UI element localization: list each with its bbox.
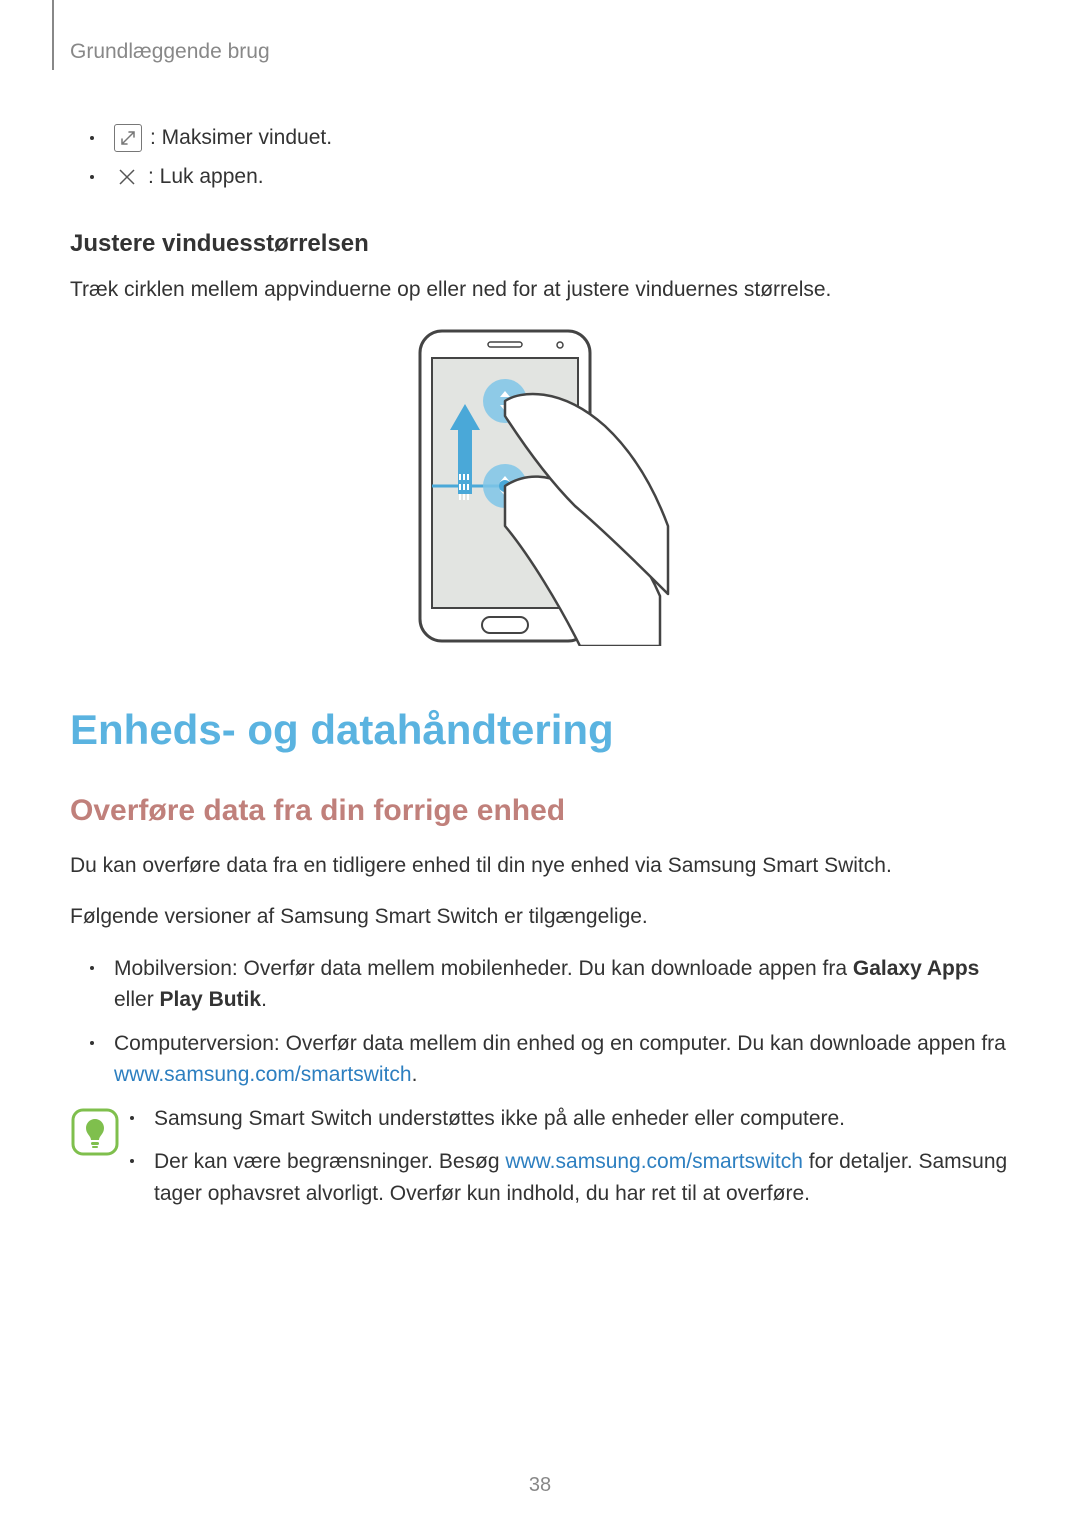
phone-illustration — [70, 326, 1010, 646]
bullet-icon — [90, 1041, 94, 1045]
icon-legend-close: : Luk appen. — [90, 164, 1010, 190]
page-content: Grundlæggende brug : Maksimer vinduet. :… — [0, 0, 1080, 1221]
page-number: 38 — [0, 1474, 1080, 1497]
bullet-icon — [130, 1159, 134, 1163]
list-item: Computerversion: Overfør data mellem din… — [90, 1028, 1010, 1091]
list-item: Samsung Smart Switch understøttes ikke p… — [130, 1103, 1010, 1135]
breadcrumb: Grundlæggende brug — [70, 40, 1010, 64]
subheading-text: Træk cirklen mellem appvinduerne op elle… — [70, 274, 1010, 306]
icon-legend-text: : Maksimer vinduet. — [150, 126, 332, 150]
close-icon — [114, 164, 140, 190]
bullet-icon — [90, 136, 94, 140]
bullet-icon — [90, 175, 94, 179]
list-item-text: Mobilversion: Overfør data mellem mobile… — [114, 953, 1010, 1016]
smartswitch-link[interactable]: www.samsung.com/smartswitch — [114, 1063, 412, 1086]
list-item-text: Computerversion: Overfør data mellem din… — [114, 1028, 1010, 1091]
note-block: Samsung Smart Switch understøttes ikke p… — [70, 1103, 1010, 1222]
note-text: Der kan være begrænsninger. Besøg www.sa… — [154, 1146, 1010, 1209]
subheading-resize: Justere vinduesstørrelsen — [70, 230, 1010, 258]
heading-transfer: Overføre data fra din forrige enhed — [70, 794, 1010, 828]
icon-legend-list: : Maksimer vinduet. : Luk appen. — [90, 124, 1010, 190]
icon-legend-maximize: : Maksimer vinduet. — [90, 124, 1010, 152]
note-icon — [70, 1103, 130, 1222]
maximize-icon — [114, 124, 142, 152]
note-text: Samsung Smart Switch understøttes ikke p… — [154, 1103, 845, 1135]
bullet-icon — [130, 1116, 134, 1120]
list-item: Mobilversion: Overfør data mellem mobile… — [90, 953, 1010, 1016]
smartswitch-link[interactable]: www.samsung.com/smartswitch — [505, 1150, 803, 1173]
note-content: Samsung Smart Switch understøttes ikke p… — [130, 1103, 1010, 1222]
heading-device-data: Enheds- og datahåndtering — [70, 706, 1010, 754]
bullet-icon — [90, 966, 94, 970]
page-left-rule — [52, 0, 54, 70]
versions-list: Mobilversion: Overfør data mellem mobile… — [90, 953, 1010, 1091]
list-item: Der kan være begrænsninger. Besøg www.sa… — [130, 1146, 1010, 1209]
paragraph-2: Følgende versioner af Samsung Smart Swit… — [70, 901, 1010, 933]
icon-legend-text: : Luk appen. — [148, 165, 264, 189]
paragraph-1: Du kan overføre data fra en tidligere en… — [70, 850, 1010, 882]
